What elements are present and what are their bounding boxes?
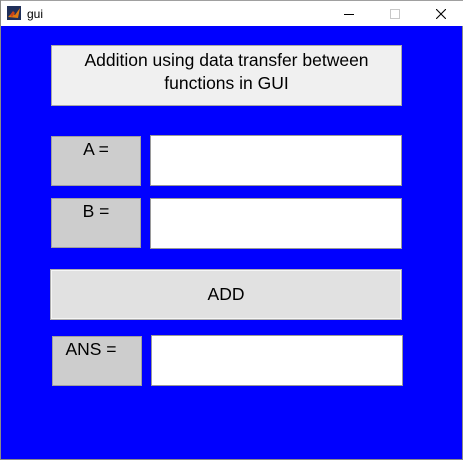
input-b[interactable] — [150, 198, 402, 249]
label-ans-text: ANS = — [65, 339, 117, 359]
heading-line-2: functions in GUI — [164, 73, 289, 93]
figure-canvas: Addition using data transfer between fun… — [1, 26, 463, 460]
input-a[interactable] — [150, 135, 402, 186]
heading-text: Addition using data transfer between fun… — [51, 45, 402, 106]
close-icon — [436, 9, 446, 19]
close-button[interactable] — [418, 1, 463, 27]
window-title: gui — [27, 7, 44, 21]
label-b: B = — [51, 198, 141, 248]
title-bar[interactable]: gui — [1, 0, 463, 26]
gui-window: gui Addition using data transfer between… — [0, 0, 463, 460]
add-button[interactable]: ADD — [50, 269, 402, 320]
maximize-icon — [390, 9, 400, 19]
heading-line-1: Addition using data transfer between — [84, 50, 369, 70]
answer-field[interactable] — [151, 335, 403, 386]
matlab-app-icon — [7, 6, 21, 20]
minimize-icon — [344, 14, 354, 15]
label-ans: ANS = — [52, 336, 142, 386]
maximize-button[interactable] — [372, 1, 418, 27]
label-a: A = — [51, 136, 141, 186]
minimize-button[interactable] — [326, 1, 372, 27]
